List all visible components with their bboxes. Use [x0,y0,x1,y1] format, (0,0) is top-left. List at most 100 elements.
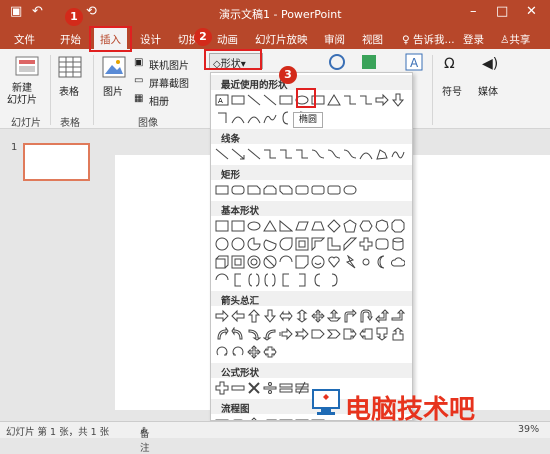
lightning-shape[interactable] [343,255,357,269]
symbol-button[interactable]: 符号 [442,83,462,98]
can-shape[interactable] [391,237,405,251]
snip-rectangle-shape[interactable] [279,183,293,197]
no-symbol-shape[interactable] [263,255,277,269]
curve-connector-shape[interactable] [327,147,341,161]
teardrop-shape[interactable] [279,237,293,251]
brace-pair-shape[interactable] [247,273,261,287]
close-icon[interactable]: ✕ [526,4,537,19]
hexagon-shape[interactable] [359,219,373,233]
callout-arrow-shape[interactable] [343,327,357,341]
media-button[interactable]: 媒体 [478,83,498,98]
not-equal-shape[interactable] [295,381,309,395]
tab-design[interactable]: 设计 [140,32,161,47]
snip-rectangle-shape[interactable] [247,183,261,197]
maximize-icon[interactable]: □ [496,4,508,19]
double-arrow-shape[interactable] [247,147,261,161]
quad-arrow-shape[interactable] [311,309,325,323]
rectangle-shape[interactable] [215,183,229,197]
tab-file[interactable]: 文件 [14,32,35,47]
chord-shape[interactable] [263,237,277,251]
arrow-left-right-shape[interactable] [279,309,293,323]
album-button[interactable]: 相册 [149,93,169,108]
arrow-down-shape[interactable] [263,309,277,323]
l-shape[interactable] [327,237,341,251]
rectangle-shape[interactable] [279,93,293,107]
textbox-shape[interactable]: A [215,93,229,107]
table-button[interactable]: 表格 [59,83,79,98]
curved-arrow-shape[interactable] [231,327,245,341]
round-rectangle-shape[interactable] [295,183,309,197]
tab-review[interactable]: 审阅 [324,32,345,47]
curve-shape[interactable] [263,111,277,125]
multiply-shape[interactable] [247,381,261,395]
oval-shape[interactable] [247,219,261,233]
minimize-icon[interactable]: – [470,4,477,19]
arrow-up-shape[interactable] [247,309,261,323]
freeform-shape[interactable] [375,147,389,161]
bent-up-arrow-shape[interactable] [391,309,405,323]
left-right-arrow-callout-shape[interactable] [263,345,277,359]
curved-arrow-shape[interactable] [215,327,229,341]
heart-shape[interactable] [327,255,341,269]
textbox-shape[interactable] [215,219,229,233]
smartart-icon[interactable] [328,53,346,71]
arrow-line-shape[interactable] [231,147,245,161]
pentagon-shape[interactable] [343,219,357,233]
callout-arrow-shape[interactable] [375,327,389,341]
curve-shape[interactable] [247,111,261,125]
smiley-face-shape[interactable] [311,255,325,269]
screenshot-button[interactable]: 屏幕截图 [149,75,189,90]
donut-shape[interactable] [247,255,261,269]
picture-button[interactable]: 图片 [103,83,123,98]
curved-arrow-shape[interactable] [263,327,277,341]
equal-shape[interactable] [279,381,293,395]
right-brace-shape[interactable] [327,273,341,287]
diagonal-stripe-shape[interactable] [343,237,357,251]
picture-icon[interactable] [102,56,126,78]
right-bracket-shape[interactable] [295,273,309,287]
striped-arrow-shape[interactable] [279,327,293,341]
pie-shape[interactable] [247,237,261,251]
connector-shape[interactable] [295,147,309,161]
connector-shape[interactable] [359,93,373,107]
login-link[interactable]: 登录 [463,32,484,47]
text-icon[interactable]: A [405,53,423,71]
bent-arrow-shape[interactable] [343,309,357,323]
callout-arrow-shape[interactable] [359,327,373,341]
right-triangle-shape[interactable] [279,219,293,233]
heptagon-shape[interactable] [375,219,389,233]
left-up-arrow-shape[interactable] [375,309,389,323]
arrow-up-down-shape[interactable] [295,309,309,323]
line-shape[interactable] [263,93,277,107]
arrow-right-shape[interactable] [215,309,229,323]
cloud-shape[interactable] [391,255,405,269]
notched-arrow-shape[interactable] [295,327,309,341]
chart-icon[interactable] [360,53,378,71]
tab-view[interactable]: 视图 [362,32,383,47]
diamond-shape[interactable] [327,219,341,233]
new-slide-button[interactable]: 新建 幻灯片 [7,83,37,107]
quad-arrow-callout-shape[interactable] [247,345,261,359]
u-turn-arrow-shape[interactable] [359,309,373,323]
round-rectangle-shape[interactable] [343,183,357,197]
save-icon[interactable]: ▣ [10,4,22,19]
arrow-right-shape[interactable] [375,93,389,107]
chevron-shape[interactable] [327,327,341,341]
curve-shape[interactable] [359,147,373,161]
round-rectangle-shape[interactable] [311,183,325,197]
line-shape[interactable] [215,147,229,161]
half-frame-shape[interactable] [311,237,325,251]
bevel-shape[interactable] [231,255,245,269]
circular-arrow-shape[interactable] [215,345,229,359]
curved-arrow-shape[interactable] [247,327,261,341]
callout-arrow-shape[interactable] [391,327,405,341]
omega-icon[interactable]: Ω [444,56,455,72]
left-bracket-shape[interactable] [279,273,293,287]
tab-animations[interactable]: 动画 [217,32,238,47]
octagon-shape[interactable] [391,219,405,233]
textbox-shape[interactable] [231,219,245,233]
circular-arrow-shape[interactable] [231,345,245,359]
moon-shape[interactable] [375,255,389,269]
connector-shape[interactable] [263,147,277,161]
decagon-shape[interactable] [215,237,229,251]
